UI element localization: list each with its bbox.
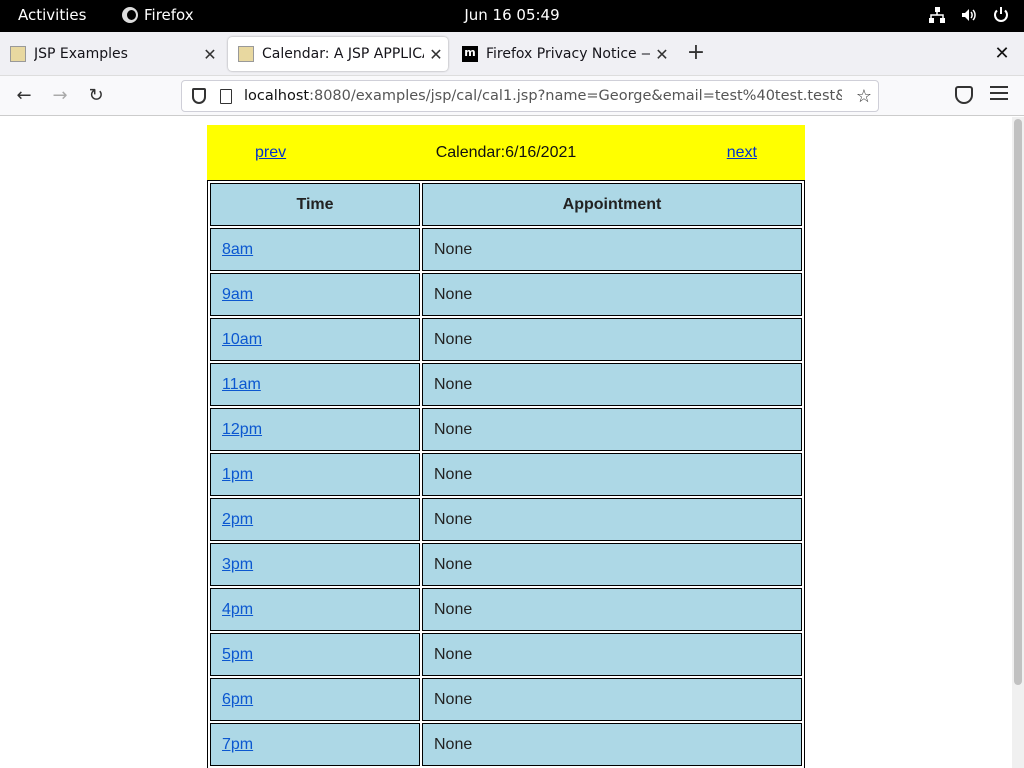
page-info-icon[interactable] [220,88,232,104]
close-tab-icon[interactable]: ✕ [650,45,674,64]
calendar-date: Calendar:6/16/2021 [435,144,577,161]
prev-link[interactable]: prev [255,144,286,162]
time-cell: 6pm [210,678,420,721]
system-tray[interactable] [928,6,1010,24]
app-name: Firefox [144,6,194,24]
time-cell: 9am [210,273,420,316]
mozilla-favicon-icon: m [462,46,478,62]
table-row: 11am None [210,363,802,406]
appointment-cell: None [422,498,802,541]
time-cell: 7pm [210,723,420,766]
close-tab-icon[interactable]: ✕ [198,45,222,64]
tomcat-favicon-icon [238,46,254,62]
table-row: 3pm None [210,543,802,586]
back-button[interactable]: ← [12,84,36,108]
time-cell: 1pm [210,453,420,496]
system-top-bar: Activities Firefox Jun 16 05:49 [0,0,1024,32]
tab-label: Firefox Privacy Notice — M [486,46,650,62]
appointment-cell: None [422,543,802,586]
app-menu[interactable]: Firefox [122,6,194,24]
table-row: 2pm None [210,498,802,541]
appointment-cell: None [422,588,802,631]
table-row: 1pm None [210,453,802,496]
tab-calendar[interactable]: Calendar: A JSP APPLICAT ✕ [228,37,448,71]
table-row: 4pm None [210,588,802,631]
appointment-column-header: Appointment [422,183,802,226]
time-cell: 2pm [210,498,420,541]
time-column-header: Time [210,183,420,226]
time-slot-link[interactable]: 12pm [222,421,262,438]
time-cell: 5pm [210,633,420,676]
appointment-cell: None [422,408,802,451]
tracking-protection-shield-icon[interactable] [192,88,206,104]
url-host: localhost [244,88,310,104]
url-bar[interactable]: localhost:8080/examples/jsp/cal/cal1.jsp… [181,80,879,112]
time-slot-link[interactable]: 9am [222,286,253,303]
table-row: 6pm None [210,678,802,721]
scrollbar-thumb[interactable] [1014,119,1022,685]
time-slot-link[interactable]: 5pm [222,646,253,663]
table-header-row: Time Appointment [210,183,802,226]
time-slot-link[interactable]: 8am [222,241,253,258]
url-path: :8080/examples/jsp/cal/cal1.jsp?name=Geo… [309,88,842,104]
page-content: prev Calendar:6/16/2021 next Time Appoin… [0,117,1024,768]
appointments-table: Time Appointment 8am None 9am None 10am None 1… [207,180,805,768]
time-slot-link[interactable]: 10am [222,331,262,348]
appointment-cell: None [422,363,802,406]
scrollbar[interactable] [1012,117,1024,768]
network-icon [928,6,946,24]
appointment-cell: None [422,453,802,496]
table-row: 12pm None [210,408,802,451]
firefox-icon [122,7,138,23]
tab-jsp-examples[interactable]: JSP Examples ✕ [0,37,222,71]
bookmark-star-icon[interactable]: ☆ [856,86,872,107]
table-row: 10am None [210,318,802,361]
appointment-cell: None [422,723,802,766]
tab-privacy-notice[interactable]: m Firefox Privacy Notice — M ✕ [452,37,674,71]
time-slot-link[interactable]: 4pm [222,601,253,618]
appointment-cell: None [422,228,802,271]
appointment-cell: None [422,318,802,361]
close-window-button[interactable]: ✕ [990,42,1014,66]
time-cell: 11am [210,363,420,406]
tab-label: Calendar: A JSP APPLICAT [262,46,424,62]
tab-label: JSP Examples [34,46,128,62]
time-slot-link[interactable]: 6pm [222,691,253,708]
table-row: 5pm None [210,633,802,676]
power-icon [992,6,1010,24]
time-slot-link[interactable]: 7pm [222,736,253,753]
volume-icon [960,6,978,24]
calendar-header: prev Calendar:6/16/2021 next [207,125,805,181]
time-cell: 8am [210,228,420,271]
next-link[interactable]: next [727,144,757,162]
table-row: 7pm None [210,723,802,766]
tomcat-favicon-icon [10,46,26,62]
time-slot-link[interactable]: 11am [222,376,261,393]
time-cell: 4pm [210,588,420,631]
activities-button[interactable]: Activities [18,6,86,24]
close-tab-icon[interactable]: ✕ [424,45,448,64]
appointment-cell: None [422,678,802,721]
time-cell: 3pm [210,543,420,586]
time-slot-link[interactable]: 3pm [222,556,253,573]
pocket-icon[interactable] [955,86,973,104]
new-tab-button[interactable]: + [684,42,708,66]
table-row: 8am None [210,228,802,271]
hamburger-menu-icon[interactable] [990,86,1008,104]
time-cell: 10am [210,318,420,361]
table-row: 9am None [210,273,802,316]
time-cell: 12pm [210,408,420,451]
appointment-cell: None [422,273,802,316]
time-slot-link[interactable]: 1pm [222,466,253,483]
appointment-cell: None [422,633,802,676]
tab-strip: JSP Examples ✕ Calendar: A JSP APPLICAT … [0,32,1024,76]
time-slot-link[interactable]: 2pm [222,511,253,528]
navigation-toolbar: ← → ↻ localhost:8080/examples/jsp/cal/ca… [0,76,1024,116]
forward-button[interactable]: → [48,84,72,108]
reload-button[interactable]: ↻ [84,84,108,108]
url-text[interactable]: localhost:8080/examples/jsp/cal/cal1.jsp… [244,88,842,104]
